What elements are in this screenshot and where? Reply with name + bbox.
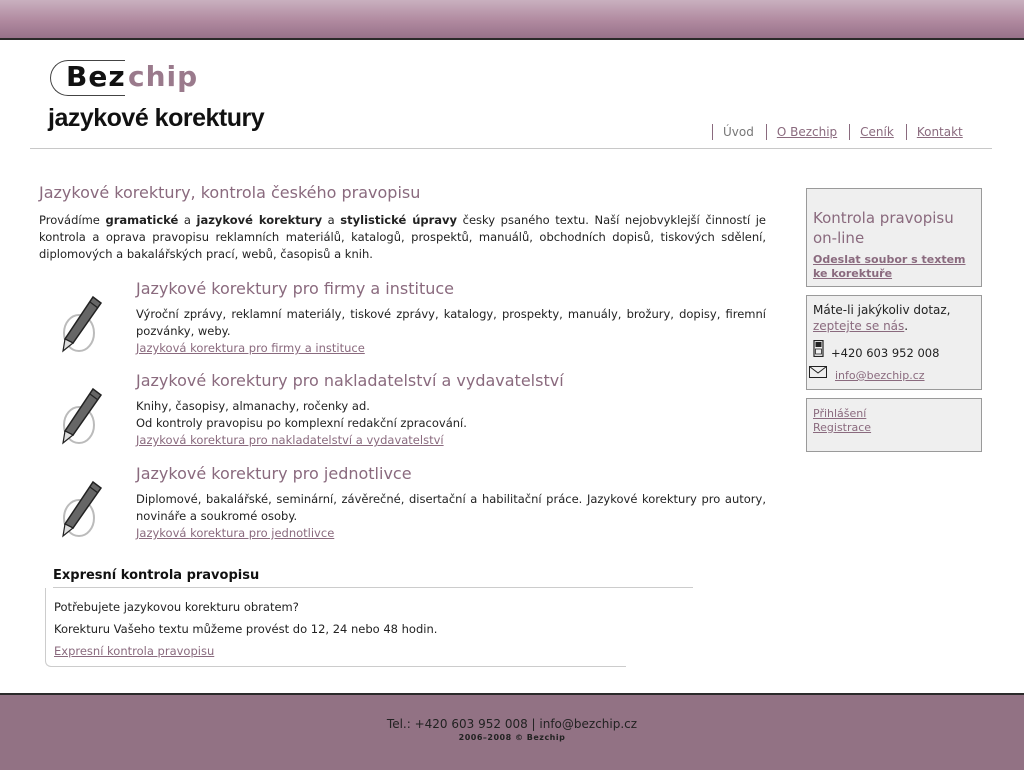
intro-text-1: Provádíme: [39, 213, 106, 227]
service-body: Jazykové korektury pro nakladatelství a …: [136, 371, 766, 448]
logo-wordmark: Bez chip: [50, 58, 220, 96]
intro-text-3: a: [322, 213, 341, 227]
logo-subtitle: jazykové korektury: [48, 104, 265, 132]
express-section: Expresní kontrola pravopisu Potřebujete …: [45, 568, 693, 668]
page-title: Jazykové korektury, kontrola českého pra…: [39, 183, 421, 202]
nav-item-kontakt[interactable]: Kontakt: [905, 124, 975, 140]
service-link-jednotlivci[interactable]: Jazyková korektura pro jednotlivce: [136, 525, 766, 541]
express-title: Expresní kontrola pravopisu: [53, 568, 693, 588]
express-link[interactable]: Expresní kontrola pravopisu: [54, 644, 214, 658]
service-title: Jazykové korektury pro nakladatelství a …: [136, 371, 564, 390]
service-description-line: Knihy, časopisy, almanachy, ročenky ad.: [136, 399, 370, 413]
email-link[interactable]: info@bezchip.cz: [835, 369, 925, 382]
service-body: Jazykové korektury pro firmy a instituce…: [136, 279, 766, 356]
login-link[interactable]: Přihlášení: [813, 407, 866, 421]
intro-paragraph: Provádíme gramatické a jazykové korektur…: [39, 212, 766, 263]
phone-icon: [813, 340, 824, 357]
pen-icon: [62, 480, 103, 538]
service-body: Jazykové korektury pro jednotlivce Diplo…: [136, 464, 766, 541]
nav-item-cenik[interactable]: Ceník: [849, 124, 906, 140]
footer-copyright: 2006–2008 © Bezchip: [458, 733, 566, 742]
express-text-1: Potřebujete jazykovou korekturu obratem?: [54, 600, 299, 614]
nav-item-uvod[interactable]: Úvod: [712, 124, 766, 140]
service-title: Jazykové korektury pro firmy a instituce: [136, 279, 454, 298]
contact-text: Máte-li jakýkoliv dotaz,: [813, 303, 951, 317]
intro-bold-gramaticke: gramatické: [105, 213, 179, 227]
sidebar-contact-box: Máte-li jakýkoliv dotaz, zeptejte se nás…: [806, 295, 982, 390]
phone-number: +420 603 952 008: [831, 346, 940, 360]
intro-bold-jazykove: jazykové korektury: [196, 213, 323, 227]
contact-question: Máte-li jakýkoliv dotaz, zeptejte se nás…: [813, 302, 951, 334]
service-title: Jazykové korektury pro jednotlivce: [136, 464, 412, 483]
service-description: Výroční zprávy, reklamní materiály, tisk…: [136, 307, 766, 338]
pen-icon: [62, 387, 103, 445]
mail-icon: [809, 366, 827, 378]
intro-text-2: a: [178, 213, 197, 227]
service-description-line: Od kontroly pravopisu po komplexní redak…: [136, 416, 467, 430]
footer: Tel.: +420 603 952 008 | info@bezchip.cz…: [0, 693, 1024, 770]
site-logo[interactable]: Bez chip jazykové korektury: [48, 58, 288, 138]
intro-bold-stylisticke: stylistické úpravy: [340, 213, 458, 227]
nav-item-o-bezchip[interactable]: O Bezchip: [765, 124, 849, 140]
sidebar-account-box: Přihlášení Registrace: [806, 398, 982, 452]
express-box: Potřebujete jazykovou korekturu obratem?…: [45, 588, 626, 667]
sidebar-online-box: Kontrola pravopisu on-line Odeslat soubo…: [806, 188, 982, 287]
main-content: Jazykové korektury, kontrola českého pra…: [39, 183, 766, 263]
online-check-title: Kontrola pravopisu on-line: [813, 209, 954, 247]
footer-contact: Tel.: +420 603 952 008 | info@bezchip.cz: [386, 717, 638, 731]
logo-part-chip: chip: [128, 60, 199, 93]
register-link[interactable]: Registrace: [813, 421, 871, 435]
top-bar: [0, 0, 1024, 40]
ask-us-link[interactable]: zeptejte se nás: [813, 319, 904, 333]
main-nav: Úvod O Bezchip Ceník Kontakt: [712, 124, 975, 140]
pen-icon: [62, 295, 103, 353]
logo-part-bez: Bez: [66, 60, 126, 93]
express-text-2: Korekturu Vašeho textu můžeme provést do…: [54, 622, 438, 636]
service-link-firmy[interactable]: Jazyková korektura pro firmy a instituce: [136, 340, 766, 356]
service-link-nakladatelstvi[interactable]: Jazyková korektura pro nakladatelství a …: [136, 432, 766, 448]
nav-divider: [30, 148, 992, 149]
service-description: Diplomové, bakalářské, seminární, závěre…: [136, 492, 766, 523]
send-file-link[interactable]: Odeslat soubor s textem ke korektuře: [813, 253, 977, 281]
contact-dot: .: [904, 319, 909, 333]
